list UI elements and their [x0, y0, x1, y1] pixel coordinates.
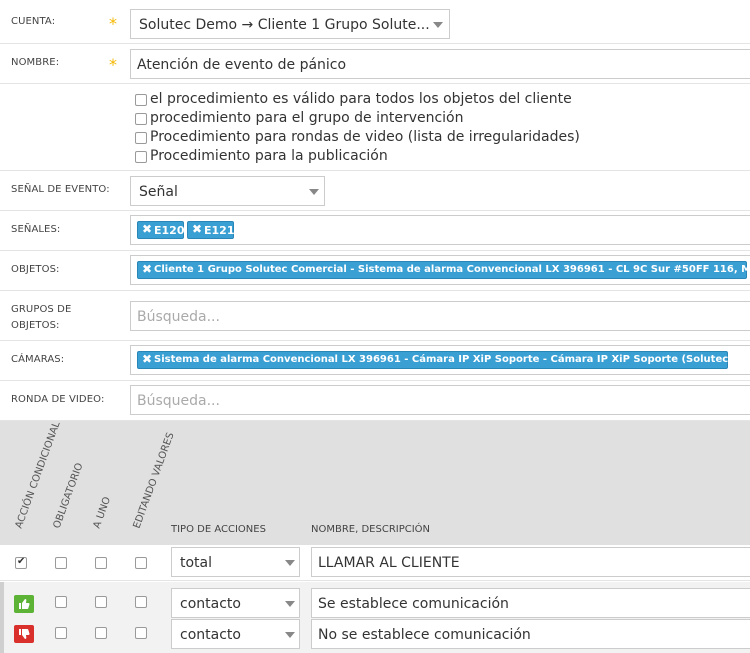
- camaras-multiselect[interactable]: ✖ Sistema de alarma Convencional LX 3969…: [130, 345, 750, 375]
- grupos-placeholder: Búsqueda...: [137, 309, 220, 325]
- checkbox-editando-valores[interactable]: [135, 596, 147, 608]
- remove-icon[interactable]: ✖: [142, 352, 152, 366]
- action-row: contacto Se establece comunicación: [0, 588, 750, 619]
- checkbox[interactable]: [135, 113, 147, 125]
- nombre-row: Nombre: * Atención de evento de pánico: [0, 44, 750, 84]
- nombre-input[interactable]: Atención de evento de pánico: [130, 49, 750, 79]
- chevron-down-icon: [433, 22, 443, 28]
- chevron-down-icon: [285, 632, 295, 638]
- grupos-label-2: objetos:: [11, 320, 60, 331]
- required-mark: *: [109, 14, 117, 33]
- checkbox-editando-valores[interactable]: [135, 627, 147, 639]
- cuenta-row: Cuenta: * Solutec Demo → Cliente 1 Grupo…: [0, 0, 750, 44]
- objetos-row: Objetos: ✖ Cliente 1 Grupo Solutec Comer…: [0, 251, 750, 291]
- checkbox-obligatorio[interactable]: [55, 627, 67, 639]
- header-tipo-acciones: Tipo de acciones: [171, 524, 266, 535]
- senales-row: Señales: ✖ E120 ✖ E121: [0, 211, 750, 251]
- checkbox-a-uno[interactable]: [95, 557, 107, 569]
- chevron-down-icon: [285, 601, 295, 607]
- ronda-placeholder: Búsqueda...: [137, 393, 220, 409]
- grupos-label-1: Grupos de: [11, 304, 72, 315]
- cuenta-label: Cuenta:: [11, 16, 56, 27]
- ronda-input[interactable]: Búsqueda...: [130, 385, 750, 415]
- checkbox[interactable]: [135, 132, 147, 144]
- senales-multiselect[interactable]: ✖ E120 ✖ E121: [130, 215, 750, 245]
- tag-e121[interactable]: ✖ E121: [187, 221, 234, 239]
- tag-camara[interactable]: ✖ Sistema de alarma Convencional LX 3969…: [137, 351, 750, 369]
- checkbox[interactable]: [135, 151, 147, 163]
- checkbox-accion-condicional[interactable]: [15, 556, 27, 569]
- objetos-multiselect[interactable]: ✖ Cliente 1 Grupo Solutec Comercial - Si…: [130, 255, 750, 285]
- senal-evento-select[interactable]: Señal: [130, 176, 325, 206]
- nombre-input[interactable]: LLAMAR AL CLIENTE: [311, 547, 750, 577]
- checkbox-obligatorio[interactable]: [55, 596, 67, 608]
- camaras-row: Cámaras: ✖ Sistema de alarma Convenciona…: [0, 341, 750, 381]
- checkbox[interactable]: [135, 94, 147, 106]
- header-obligatorio: Obligatorio: [51, 461, 86, 530]
- required-mark: *: [109, 55, 117, 74]
- cuenta-select[interactable]: Solutec Demo → Cliente 1 Grupo Solute...: [130, 9, 450, 39]
- tipo-select[interactable]: total: [171, 547, 300, 577]
- nombre-input[interactable]: Se establece comunicación: [311, 588, 750, 618]
- senal-evento-row: Señal de evento: Señal: [0, 171, 750, 211]
- cuenta-value: Solutec Demo → Cliente 1 Grupo Solute...: [139, 17, 430, 33]
- senales-label: Señales:: [11, 224, 61, 235]
- header-a-uno: A uno: [91, 495, 114, 530]
- tag-objeto[interactable]: ✖ Cliente 1 Grupo Solutec Comercial - Si…: [137, 261, 750, 279]
- remove-icon[interactable]: ✖: [142, 262, 152, 276]
- tipo-select[interactable]: contacto: [171, 619, 300, 649]
- chevron-down-icon: [309, 189, 319, 195]
- checkbox-a-uno[interactable]: [95, 596, 107, 608]
- tipo-select[interactable]: contacto: [171, 588, 300, 618]
- remove-icon[interactable]: ✖: [192, 222, 202, 236]
- chevron-down-icon: [285, 560, 295, 566]
- objetos-label: Objetos:: [11, 264, 60, 275]
- thumbs-down-icon: [14, 625, 34, 643]
- actions-table-header: Acción condicional Obligatorio A uno Edi…: [0, 420, 750, 545]
- senal-evento-value: Señal: [139, 184, 178, 200]
- ronda-label: Ronda de video:: [11, 394, 105, 405]
- remove-icon[interactable]: ✖: [142, 222, 152, 236]
- grupos-input[interactable]: Búsqueda...: [130, 301, 750, 331]
- nombre-input[interactable]: No se establece comunicación: [311, 619, 750, 649]
- options-row: el procedimiento es válido para todos lo…: [0, 84, 750, 171]
- thumbs-up-icon: [14, 595, 34, 613]
- tag-e120[interactable]: ✖ E120: [137, 221, 184, 239]
- checkbox-a-uno[interactable]: [95, 627, 107, 639]
- ronda-row: Ronda de video: Búsqueda...: [0, 381, 750, 421]
- nombre-value: Atención de evento de pánico: [137, 57, 347, 73]
- header-nombre-descripcion: Nombre, descripción: [311, 524, 431, 535]
- grupos-row: Grupos de objetos: Búsqueda...: [0, 291, 750, 341]
- nombre-label: Nombre:: [11, 57, 60, 68]
- camaras-label: Cámaras:: [11, 354, 65, 365]
- senal-evento-label: Señal de evento:: [11, 184, 110, 195]
- action-row: contacto No se establece comunicación: [0, 619, 750, 650]
- action-row: total LLAMAR AL CLIENTE: [0, 545, 750, 581]
- checkbox-obligatorio[interactable]: [55, 557, 67, 569]
- header-editando-valores: Editando valores: [131, 431, 177, 530]
- checkbox-editando-valores[interactable]: [135, 557, 147, 569]
